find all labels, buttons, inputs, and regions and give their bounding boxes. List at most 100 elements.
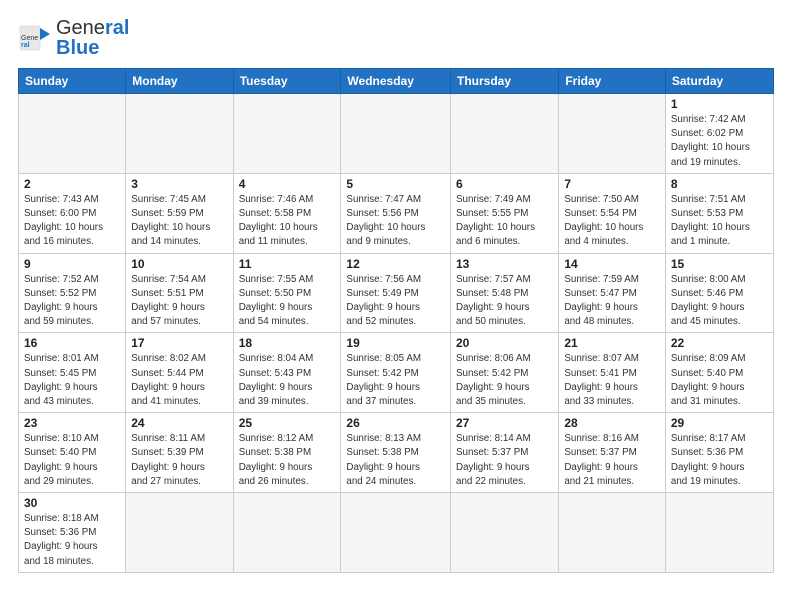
day-cell: [665, 493, 773, 573]
weekday-header-tuesday: Tuesday: [233, 69, 341, 94]
day-cell: 6 Sunrise: 7:49 AM Sunset: 5:55 PM Daylig…: [451, 173, 559, 253]
day-cell: [126, 94, 233, 174]
day-number: 11: [239, 257, 336, 271]
day-number: 6: [456, 177, 553, 191]
calendar: SundayMondayTuesdayWednesdayThursdayFrid…: [18, 68, 774, 573]
page: Gene ral GeneralBlue SundayMondayTuesday…: [0, 0, 792, 583]
day-number: 19: [346, 336, 445, 350]
day-info: Sunrise: 8:05 AM Sunset: 5:42 PM Dayligh…: [346, 352, 445, 409]
day-cell: 22 Sunrise: 8:09 AM Sunset: 5:40 PM Dayli…: [665, 333, 773, 413]
svg-text:Gene: Gene: [21, 35, 38, 42]
day-info: Sunrise: 7:52 AM Sunset: 5:52 PM Dayligh…: [24, 273, 120, 330]
day-info: Sunrise: 7:49 AM Sunset: 5:55 PM Dayligh…: [456, 193, 553, 250]
day-cell: 18Sunrise: 8:04 AM Sunset: 5:43 PM Dayli…: [233, 333, 341, 413]
day-info: Sunrise: 8:09 AM Sunset: 5:40 PM Dayligh…: [671, 352, 768, 409]
day-number: 21: [564, 336, 660, 350]
day-number: 17: [131, 336, 227, 350]
day-number: 2: [24, 177, 120, 191]
day-cell: 2 Sunrise: 7:43 AM Sunset: 6:00 PM Daylig…: [19, 173, 126, 253]
day-cell: [341, 493, 451, 573]
day-number: 16: [24, 336, 120, 350]
day-number: 28: [564, 416, 660, 430]
weekday-header-friday: Friday: [559, 69, 666, 94]
day-cell: 13 Sunrise: 7:57 AM Sunset: 5:48 PM Dayli…: [451, 253, 559, 333]
day-cell: 27 Sunrise: 8:14 AM Sunset: 5:37 PM Dayli…: [451, 413, 559, 493]
day-cell: 3Sunrise: 7:45 AM Sunset: 5:59 PM Daylig…: [126, 173, 233, 253]
day-info: Sunrise: 7:57 AM Sunset: 5:48 PM Dayligh…: [456, 273, 553, 330]
day-cell: 24Sunrise: 8:11 AM Sunset: 5:39 PM Dayli…: [126, 413, 233, 493]
day-cell: 8 Sunrise: 7:51 AM Sunset: 5:53 PM Daylig…: [665, 173, 773, 253]
day-cell: [559, 94, 666, 174]
day-info: Sunrise: 8:01 AM Sunset: 5:45 PM Dayligh…: [24, 352, 120, 409]
day-cell: 7Sunrise: 7:50 AM Sunset: 5:54 PM Daylig…: [559, 173, 666, 253]
day-cell: [451, 493, 559, 573]
day-cell: [233, 94, 341, 174]
day-cell: 9Sunrise: 7:52 AM Sunset: 5:52 PM Daylig…: [19, 253, 126, 333]
day-number: 25: [239, 416, 336, 430]
logo-icon: Gene ral: [18, 20, 54, 56]
week-row-5: 23Sunrise: 8:10 AM Sunset: 5:40 PM Dayli…: [19, 413, 774, 493]
day-cell: [451, 94, 559, 174]
day-number: 8: [671, 177, 768, 191]
day-number: 13: [456, 257, 553, 271]
weekday-header-sunday: Sunday: [19, 69, 126, 94]
day-info: Sunrise: 8:13 AM Sunset: 5:38 PM Dayligh…: [346, 432, 445, 489]
day-cell: 30Sunrise: 8:18 AM Sunset: 5:36 PM Dayli…: [19, 493, 126, 573]
day-number: 5: [346, 177, 445, 191]
day-info: Sunrise: 8:14 AM Sunset: 5:37 PM Dayligh…: [456, 432, 553, 489]
day-info: Sunrise: 8:00 AM Sunset: 5:46 PM Dayligh…: [671, 273, 768, 330]
week-row-4: 16 Sunrise: 8:01 AM Sunset: 5:45 PM Dayli…: [19, 333, 774, 413]
day-info: Sunrise: 8:07 AM Sunset: 5:41 PM Dayligh…: [564, 352, 660, 409]
day-cell: 23Sunrise: 8:10 AM Sunset: 5:40 PM Dayli…: [19, 413, 126, 493]
day-info: Sunrise: 8:16 AM Sunset: 5:37 PM Dayligh…: [564, 432, 660, 489]
day-number: 14: [564, 257, 660, 271]
day-number: 30: [24, 496, 120, 510]
day-info: Sunrise: 7:46 AM Sunset: 5:58 PM Dayligh…: [239, 193, 336, 250]
day-info: Sunrise: 7:42 AM Sunset: 6:02 PM Dayligh…: [671, 113, 768, 170]
day-cell: [233, 493, 341, 573]
day-cell: 1 Sunrise: 7:42 AM Sunset: 6:02 PM Daylig…: [665, 94, 773, 174]
weekday-header-thursday: Thursday: [451, 69, 559, 94]
day-number: 23: [24, 416, 120, 430]
day-cell: 5 Sunrise: 7:47 AM Sunset: 5:56 PM Daylig…: [341, 173, 451, 253]
day-info: Sunrise: 7:54 AM Sunset: 5:51 PM Dayligh…: [131, 273, 227, 330]
day-cell: 11Sunrise: 7:55 AM Sunset: 5:50 PM Dayli…: [233, 253, 341, 333]
day-cell: 20 Sunrise: 8:06 AM Sunset: 5:42 PM Dayli…: [451, 333, 559, 413]
week-row-2: 2 Sunrise: 7:43 AM Sunset: 6:00 PM Daylig…: [19, 173, 774, 253]
day-number: 12: [346, 257, 445, 271]
day-number: 27: [456, 416, 553, 430]
day-cell: 16 Sunrise: 8:01 AM Sunset: 5:45 PM Dayli…: [19, 333, 126, 413]
weekday-header-wednesday: Wednesday: [341, 69, 451, 94]
day-info: Sunrise: 7:43 AM Sunset: 6:00 PM Dayligh…: [24, 193, 120, 250]
day-number: 1: [671, 97, 768, 111]
day-info: Sunrise: 7:56 AM Sunset: 5:49 PM Dayligh…: [346, 273, 445, 330]
day-number: 18: [239, 336, 336, 350]
day-number: 7: [564, 177, 660, 191]
svg-text:ral: ral: [21, 42, 30, 49]
day-number: 10: [131, 257, 227, 271]
day-number: 15: [671, 257, 768, 271]
day-cell: 15 Sunrise: 8:00 AM Sunset: 5:46 PM Dayli…: [665, 253, 773, 333]
header: Gene ral GeneralBlue: [18, 18, 774, 58]
day-number: 22: [671, 336, 768, 350]
day-cell: 12 Sunrise: 7:56 AM Sunset: 5:49 PM Dayli…: [341, 253, 451, 333]
logo: Gene ral GeneralBlue: [18, 18, 129, 58]
weekday-header-row: SundayMondayTuesdayWednesdayThursdayFrid…: [19, 69, 774, 94]
day-info: Sunrise: 8:06 AM Sunset: 5:42 PM Dayligh…: [456, 352, 553, 409]
day-number: 20: [456, 336, 553, 350]
day-info: Sunrise: 7:51 AM Sunset: 5:53 PM Dayligh…: [671, 193, 768, 250]
day-cell: 4 Sunrise: 7:46 AM Sunset: 5:58 PM Daylig…: [233, 173, 341, 253]
day-number: 29: [671, 416, 768, 430]
day-cell: [341, 94, 451, 174]
day-info: Sunrise: 8:17 AM Sunset: 5:36 PM Dayligh…: [671, 432, 768, 489]
logo-text: GeneralBlue: [56, 18, 129, 58]
day-number: 4: [239, 177, 336, 191]
day-info: Sunrise: 7:45 AM Sunset: 5:59 PM Dayligh…: [131, 193, 227, 250]
day-cell: [19, 94, 126, 174]
day-info: Sunrise: 7:47 AM Sunset: 5:56 PM Dayligh…: [346, 193, 445, 250]
day-cell: 14Sunrise: 7:59 AM Sunset: 5:47 PM Dayli…: [559, 253, 666, 333]
day-cell: 10 Sunrise: 7:54 AM Sunset: 5:51 PM Dayli…: [126, 253, 233, 333]
day-cell: 19 Sunrise: 8:05 AM Sunset: 5:42 PM Dayli…: [341, 333, 451, 413]
week-row-3: 9Sunrise: 7:52 AM Sunset: 5:52 PM Daylig…: [19, 253, 774, 333]
day-info: Sunrise: 8:02 AM Sunset: 5:44 PM Dayligh…: [131, 352, 227, 409]
